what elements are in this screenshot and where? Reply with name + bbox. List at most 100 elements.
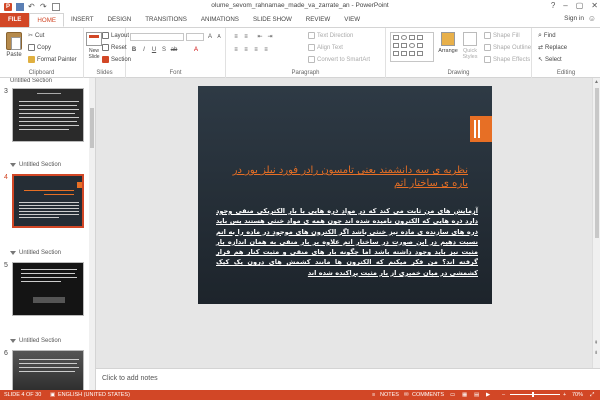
close-button[interactable]: ✕ <box>591 1 598 10</box>
find-button[interactable]: ⌕ Find <box>538 32 556 40</box>
notes-button[interactable]: NOTES <box>380 392 399 398</box>
shadow-icon[interactable]: S <box>160 46 168 54</box>
tab-home[interactable]: HOME <box>29 13 64 27</box>
start-slideshow-icon[interactable] <box>52 2 60 11</box>
slide-title[interactable]: نظریه ی سه دانشمند یعنی تامسون رادر فورد… <box>228 164 468 190</box>
slide-scrollbar[interactable]: ▲ ⇞ ⇟ <box>592 78 600 368</box>
reset-button[interactable]: Reset <box>102 44 127 51</box>
select-button[interactable]: ↖ Select <box>538 56 562 64</box>
tab-insert[interactable]: INSERT <box>64 13 101 27</box>
tab-view[interactable]: VIEW <box>337 13 367 27</box>
spelling-icon[interactable]: ▣ <box>50 392 55 398</box>
thumbnails-scrollbar[interactable] <box>89 78 95 390</box>
editing-group: ⌕ Find ⇄ Replace ↖ Select Editing <box>532 28 600 78</box>
font-size-combo[interactable] <box>186 33 204 41</box>
slide-scrollbar-thumb[interactable] <box>595 88 599 238</box>
slide-thumbnail-selected[interactable] <box>12 174 84 228</box>
slide-thumbnail[interactable] <box>12 262 84 316</box>
comments-button[interactable]: COMMENTS <box>412 392 444 398</box>
zoom-level[interactable]: 70% <box>572 392 583 398</box>
cursor-icon: ↖ <box>538 57 544 63</box>
editing-group-label: Editing <box>556 70 576 76</box>
next-slide-icon[interactable]: ⇟ <box>594 350 598 356</box>
zoom-slider[interactable] <box>510 392 560 397</box>
scroll-up-icon[interactable]: ▲ <box>594 79 599 85</box>
arrange-button[interactable]: Arrange <box>438 32 458 54</box>
font-name-combo[interactable] <box>130 33 184 41</box>
feedback-smiley-icon[interactable]: ☺ <box>588 14 596 23</box>
paste-button[interactable]: Paste <box>3 32 25 58</box>
numbering-icon[interactable]: ≡ <box>242 33 250 41</box>
language-indicator[interactable]: ENGLISH (UNITED STATES) <box>58 392 130 398</box>
tab-animations[interactable]: ANIMATIONS <box>194 13 246 27</box>
align-center-icon[interactable]: ≡ <box>242 46 250 54</box>
tab-review[interactable]: REVIEW <box>299 13 337 27</box>
strikethrough-icon[interactable]: ab <box>170 46 178 54</box>
section-header[interactable]: Untitled Section <box>10 78 52 84</box>
thumbnails-scrollbar-thumb[interactable] <box>90 108 94 148</box>
bold-icon[interactable]: B <box>130 46 138 54</box>
align-text-button[interactable]: Align Text <box>308 44 343 51</box>
quick-styles-button[interactable]: Quick Styles <box>460 32 480 60</box>
convert-smartart-label: Convert to SmartArt <box>317 56 371 63</box>
collapse-triangle-icon <box>10 251 16 255</box>
shapes-gallery[interactable] <box>390 32 434 62</box>
section-header[interactable]: Untitled Section <box>10 338 61 344</box>
slide-body-text[interactable]: آزمایش های من ثابت می کند که در مواد ذره… <box>216 206 478 278</box>
shrink-font-icon[interactable]: A <box>215 33 223 41</box>
save-icon[interactable] <box>16 2 24 11</box>
font-color-icon[interactable]: A <box>192 46 200 54</box>
previous-slide-icon[interactable]: ⇞ <box>594 340 598 346</box>
normal-view-icon[interactable]: ▭ <box>450 392 455 398</box>
minimize-button[interactable]: – <box>563 1 567 10</box>
zoom-out-button[interactable]: – <box>502 392 505 398</box>
layout-button[interactable]: Layout <box>102 32 129 39</box>
bullets-icon[interactable]: ≡ <box>232 33 240 41</box>
align-left-icon[interactable]: ≡ <box>232 46 240 54</box>
section-name: Untitled Section <box>10 78 53 84</box>
new-slide-button[interactable]: New Slide <box>85 32 103 60</box>
shape-outline-button[interactable]: Shape Outline <box>484 44 531 51</box>
zoom-slider-knob[interactable] <box>532 392 534 397</box>
shape-effects-button[interactable]: Shape Effects <box>484 56 530 63</box>
fit-slide-icon[interactable]: ⤢ <box>590 392 594 399</box>
redo-icon[interactable]: ↷ <box>40 2 48 11</box>
current-slide[interactable]: نظریه ی سه دانشمند یعنی تامسون رادر فورد… <box>198 86 492 304</box>
convert-smartart-button[interactable]: Convert to SmartArt <box>308 56 370 63</box>
reset-label: Reset <box>111 44 127 51</box>
text-direction-button[interactable]: Text Direction <box>308 32 353 39</box>
underline-icon[interactable]: U <box>150 46 158 54</box>
section-header[interactable]: Untitled Section <box>10 162 61 168</box>
slideshow-view-icon[interactable]: ▶ <box>486 392 490 398</box>
paragraph-group: ≡ ≡ ⇤ ⇥ ≡ ≡ ≡ ≡ Text Direction Align Tex… <box>226 28 386 78</box>
slide-number: 4 <box>4 174 8 181</box>
tab-file[interactable]: FILE <box>0 13 30 27</box>
cut-button[interactable]: ✂ Cut <box>28 32 44 40</box>
section-header[interactable]: Untitled Section <box>10 250 61 256</box>
tab-design[interactable]: DESIGN <box>101 13 139 27</box>
decrease-indent-icon[interactable]: ⇤ <box>256 33 264 41</box>
justify-icon[interactable]: ≡ <box>262 46 270 54</box>
sign-in-link[interactable]: Sign in <box>564 15 584 22</box>
slide-number: 3 <box>4 88 8 95</box>
reading-view-icon[interactable]: ▤ <box>474 392 479 398</box>
slide-thumbnail[interactable] <box>12 350 84 390</box>
replace-button[interactable]: ⇄ Replace <box>538 44 567 52</box>
zoom-in-button[interactable]: + <box>563 392 566 398</box>
ribbon: Paste ✂ Cut Copy Format Painter Clipboar… <box>0 27 600 78</box>
shape-fill-button[interactable]: Shape Fill <box>484 32 520 39</box>
copy-button[interactable]: Copy <box>28 44 51 51</box>
italic-icon[interactable]: I <box>140 46 148 54</box>
restore-button[interactable]: ▢ <box>576 1 584 10</box>
format-painter-button[interactable]: Format Painter <box>28 56 77 63</box>
help-icon[interactable]: ? <box>551 1 555 10</box>
tab-slide-show[interactable]: SLIDE SHOW <box>246 13 299 27</box>
increase-indent-icon[interactable]: ⇥ <box>266 33 274 41</box>
undo-icon[interactable]: ↶ <box>28 2 36 11</box>
align-right-icon[interactable]: ≡ <box>252 46 260 54</box>
slide-sorter-icon[interactable]: ▦ <box>462 392 467 398</box>
tab-transitions[interactable]: TRANSITIONS <box>138 13 194 27</box>
grow-font-icon[interactable]: A <box>206 33 214 41</box>
slide-thumbnail[interactable] <box>12 88 84 142</box>
notes-pane[interactable]: Click to add notes <box>96 368 600 390</box>
